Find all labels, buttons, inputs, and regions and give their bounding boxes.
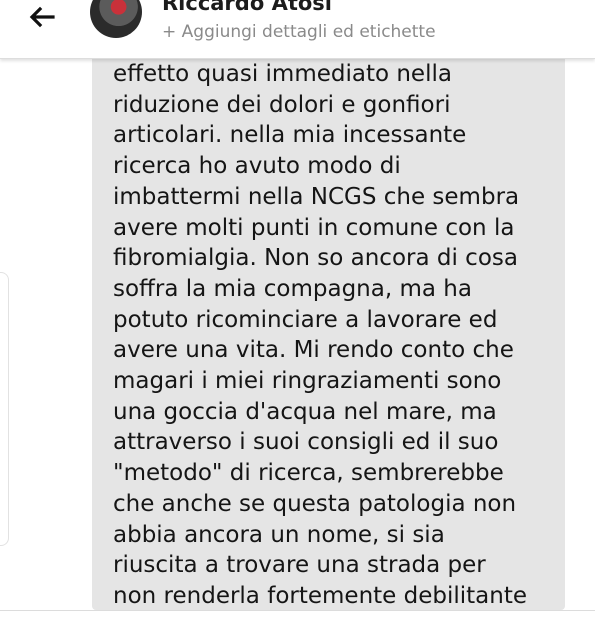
message-line: avere molti punti in comune con la [113,214,515,241]
contact-name[interactable]: Riccardo Atosi [162,0,332,15]
message-line: effetto quasi immediato nella [113,61,452,87]
left-panel-edge [0,272,9,546]
message-line: articolari. nella mia incessante [113,122,467,149]
message-line: fibromialgia. Non so ancora di cosa [113,245,518,272]
message-text: effetto quasi immediato nella riduzione … [113,59,565,610]
message-line: che anche se questa patologia non [113,490,517,517]
message-line: riduzione dei dolori e gonfiori [113,91,451,118]
message-line: imbattermi nella NCGS che sembra [113,183,520,210]
message-line: riuscita a trovare una strada per [113,552,486,579]
arrow-left-icon [29,6,55,28]
avatar[interactable] [90,0,142,38]
message-line: abbia ancora un nome, si sia [113,521,445,548]
message-line: avere una vita. Mi rendo conto che [113,337,514,364]
message-line: "metodo" di ricerca, sembrerebbe [113,460,504,487]
conversation-header: Riccardo Atosi + Aggiungi dettagli ed et… [0,0,595,59]
bottom-bar [0,610,595,625]
back-button[interactable] [22,0,62,34]
message-line: una goccia d'acqua nel mare, ma [113,398,497,425]
divider [0,610,595,611]
message-line: magari i miei ringraziamenti sono [113,368,502,395]
message-line: non renderla fortemente debilitante [113,582,527,609]
message-line: soffra la mia compagna, ma ha [113,275,472,302]
message-bubble[interactable]: effetto quasi immediato nella riduzione … [92,58,565,610]
message-line: ricerca ho avuto modo di [113,153,401,180]
message-line: attraverso i suoi consigli ed il suo [113,429,499,456]
add-details-link[interactable]: + Aggiungi dettagli ed etichette [162,20,436,44]
message-line: potuto ricominciare a lavorare ed [113,306,498,333]
